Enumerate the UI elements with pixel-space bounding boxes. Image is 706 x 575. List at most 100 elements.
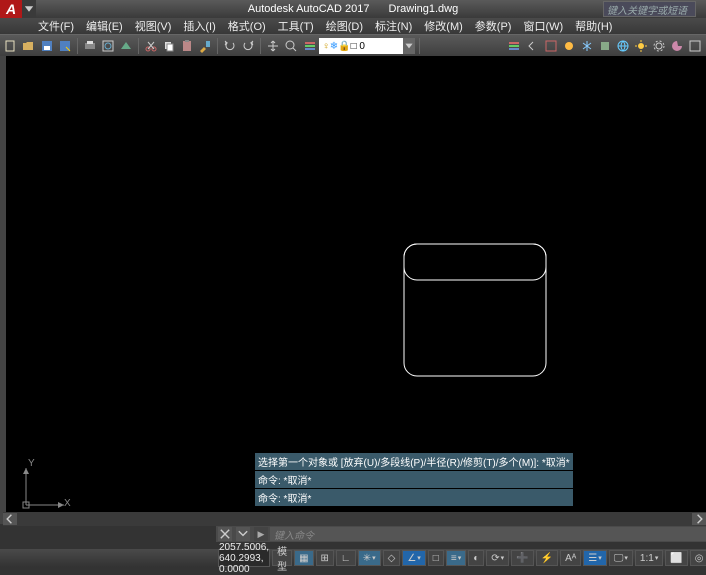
status-workspace-button[interactable]: ☰▾ [583, 550, 606, 566]
paste-button[interactable] [179, 37, 195, 55]
menu-modify[interactable]: 修改(M) [418, 17, 469, 35]
polar-icon: ✳ [363, 553, 371, 564]
command-close-button[interactable] [218, 527, 232, 541]
chevron-down-icon: ▾ [501, 554, 505, 562]
cycling-icon: ⟳ [491, 553, 499, 564]
publish-button[interactable] [118, 37, 134, 55]
ucs-y-label: Y [28, 458, 35, 469]
layer-prev-button[interactable] [524, 37, 540, 55]
chevron-down-icon: ▾ [417, 554, 421, 562]
redo-button[interactable] [240, 37, 256, 55]
layer-display[interactable]: ♀ ❄ 🔒 □ 0 [319, 38, 403, 54]
undo-button[interactable] [222, 37, 238, 55]
zoom-button[interactable] [283, 37, 299, 55]
chevron-down-icon: ▾ [458, 554, 462, 562]
status-monitor-button[interactable]: 🖵▾ [609, 550, 633, 566]
scroll-right-button[interactable] [692, 513, 706, 525]
status-isolate-button[interactable]: ◎ [690, 550, 706, 566]
status-cycling-button[interactable]: ⟳▾ [486, 550, 509, 566]
scroll-left-button[interactable] [3, 513, 17, 525]
layer-iso-button[interactable] [543, 37, 559, 55]
freeze-button[interactable] [579, 37, 595, 55]
layer-state-button[interactable] [506, 37, 522, 55]
annotation-icon: Aᴬ [565, 553, 576, 564]
menu-insert[interactable]: 插入(I) [177, 17, 221, 35]
open-button[interactable] [21, 37, 37, 55]
units-icon: 1:1 [640, 553, 654, 564]
menu-help[interactable]: 帮助(H) [569, 17, 618, 35]
ucs-x-label: X [64, 498, 71, 509]
status-grid-button[interactable]: ▦ [294, 550, 313, 566]
status-osnap-button[interactable]: □ [428, 550, 444, 566]
palette-button[interactable] [669, 37, 685, 55]
menu-view[interactable]: 视图(V) [129, 17, 178, 35]
status-isoplane-button[interactable]: ◇ [383, 550, 401, 566]
help-search-input[interactable]: 键入关键字或短语 [603, 1, 696, 17]
app-logo[interactable]: A [0, 0, 22, 18]
match-button[interactable] [197, 37, 213, 55]
layer-props-button[interactable] [301, 37, 319, 55]
clean-icon: ⬜ [670, 553, 682, 564]
status-polar-button[interactable]: ✳▾ [358, 550, 381, 566]
app-menu-arrow[interactable] [22, 0, 36, 18]
menu-dimension[interactable]: 标注(N) [369, 17, 418, 35]
isoplane-icon: ◇ [388, 553, 396, 564]
status-bar: 2057.5006, 640.2993, 0.0000 模型 ▦⊞∟✳▾◇∠▾□… [0, 549, 706, 567]
snap-icon: ⊞ [321, 553, 329, 564]
app-name: Autodesk AutoCAD 2017 [248, 3, 370, 15]
menu-window[interactable]: 窗口(W) [517, 17, 569, 35]
plot-button[interactable] [82, 37, 98, 55]
cog-button[interactable] [651, 37, 667, 55]
status-snap-button[interactable]: ⊞ [316, 550, 334, 566]
dyn-icon: ➕ [516, 553, 528, 564]
menu-tools[interactable]: 工具(T) [272, 17, 320, 35]
menu-draw[interactable]: 绘图(D) [320, 17, 369, 35]
new-button[interactable] [3, 37, 19, 55]
pan-button[interactable] [265, 37, 281, 55]
status-lineweight-button[interactable]: ≡▾ [446, 550, 466, 566]
model-space-button[interactable]: 模型 [272, 550, 292, 566]
command-history-line: 选择第一个对象或 [放弃(U)/多段线(P)/半径(R)/修剪(T)/多个(M)… [255, 453, 573, 470]
status-otrack-button[interactable]: ∠▾ [402, 550, 425, 566]
menu-file[interactable]: 文件(F) [32, 17, 80, 35]
coordinates-display[interactable]: 2057.5006, 640.2993, 0.0000 [218, 549, 270, 567]
command-options-button[interactable] [236, 527, 250, 541]
otrack-icon: ∠ [407, 553, 416, 564]
cut-button[interactable] [143, 37, 159, 55]
status-annotation-button[interactable]: Aᴬ [560, 550, 581, 566]
osnap-icon: □ [433, 553, 439, 564]
menu-parametric[interactable]: 参数(P) [469, 17, 518, 35]
status-clean-button[interactable]: ⬜ [665, 550, 687, 566]
copy-button[interactable] [161, 37, 177, 55]
globe-button[interactable] [615, 37, 631, 55]
scroll-track[interactable] [17, 513, 692, 525]
save-button[interactable] [39, 37, 55, 55]
status-ortho-button[interactable]: ∟ [336, 550, 356, 566]
main-toolbar: ♀ ❄ 🔒 □ 0 [0, 34, 706, 58]
chevron-down-icon: ▾ [624, 554, 628, 562]
saveas-button[interactable] [57, 37, 73, 55]
command-input[interactable]: 键入命令 [270, 527, 706, 541]
block-button[interactable] [597, 37, 613, 55]
status-quick-button[interactable]: ⚡ [536, 550, 558, 566]
h-scrollbar[interactable] [3, 512, 706, 526]
monitor-icon: 🖵 [614, 553, 624, 564]
fullscreen-button[interactable] [687, 37, 703, 55]
menu-bar: 文件(F)编辑(E)视图(V)插入(I)格式(O)工具(T)绘图(D)标注(N)… [0, 18, 706, 34]
menu-edit[interactable]: 编辑(E) [80, 17, 129, 35]
layer-selector[interactable]: ♀ ❄ 🔒 □ 0 [301, 37, 415, 55]
command-history: 选择第一个对象或 [放弃(U)/多段线(P)/半径(R)/修剪(T)/多个(M)… [255, 453, 573, 507]
status-transparency-button[interactable]: ◐ [468, 550, 484, 566]
status-units-button[interactable]: 1:1▾ [635, 550, 663, 566]
sun-button[interactable] [633, 37, 649, 55]
layer-dropdown-arrow[interactable] [403, 38, 415, 54]
chevron-down-icon: ▾ [655, 554, 659, 562]
command-prompt-icon: ▶ [254, 527, 268, 541]
chevron-down-icon: ▾ [372, 554, 376, 562]
menu-format[interactable]: 格式(O) [222, 17, 272, 35]
plot-preview-button[interactable] [100, 37, 116, 55]
lineweight-icon: ≡ [451, 553, 457, 564]
command-bar: ▶ 键入命令 [216, 526, 706, 542]
status-dyn-button[interactable]: ➕ [511, 550, 533, 566]
layer-off-button[interactable] [561, 37, 577, 55]
